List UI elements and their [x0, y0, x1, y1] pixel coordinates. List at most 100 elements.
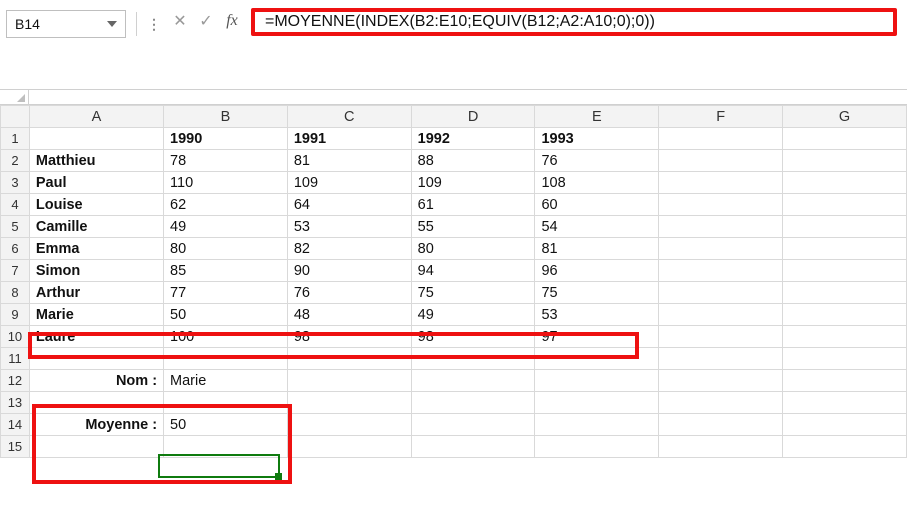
cell-C12[interactable]: [287, 370, 411, 392]
cell-C6[interactable]: 82: [287, 238, 411, 260]
cell-A3[interactable]: Paul: [29, 172, 163, 194]
cell-F10[interactable]: [659, 326, 783, 348]
row-header-7[interactable]: 7: [1, 260, 30, 282]
cell-A15[interactable]: [29, 436, 163, 458]
cell-A8[interactable]: Arthur: [29, 282, 163, 304]
col-header-G[interactable]: G: [783, 106, 907, 128]
cell-G7[interactable]: [783, 260, 907, 282]
cell-G5[interactable]: [783, 216, 907, 238]
cell-A7[interactable]: Simon: [29, 260, 163, 282]
cell-B15[interactable]: [164, 436, 288, 458]
cell-D1[interactable]: 1992: [411, 128, 535, 150]
col-header-B[interactable]: B: [164, 106, 288, 128]
cell-G15[interactable]: [783, 436, 907, 458]
cell-A12[interactable]: Nom :: [29, 370, 163, 392]
cancel-formula-button[interactable]: ✕: [167, 8, 193, 34]
cell-C1[interactable]: 1991: [287, 128, 411, 150]
cell-B12[interactable]: Marie: [164, 370, 288, 392]
cell-A1[interactable]: [29, 128, 163, 150]
cell-E6[interactable]: 81: [535, 238, 659, 260]
cell-C3[interactable]: 109: [287, 172, 411, 194]
cell-A5[interactable]: Camille: [29, 216, 163, 238]
cell-D5[interactable]: 55: [411, 216, 535, 238]
confirm-formula-button[interactable]: ✓: [193, 8, 219, 34]
cell-E4[interactable]: 60: [535, 194, 659, 216]
cell-E9[interactable]: 53: [535, 304, 659, 326]
insert-function-button[interactable]: fx: [219, 8, 245, 34]
cell-B2[interactable]: 78: [164, 150, 288, 172]
cell-D9[interactable]: 49: [411, 304, 535, 326]
cell-B13[interactable]: [164, 392, 288, 414]
cell-E15[interactable]: [535, 436, 659, 458]
cell-C2[interactable]: 81: [287, 150, 411, 172]
row-header-14[interactable]: 14: [1, 414, 30, 436]
cell-D7[interactable]: 94: [411, 260, 535, 282]
row-header-15[interactable]: 15: [1, 436, 30, 458]
cell-E1[interactable]: 1993: [535, 128, 659, 150]
row-header-10[interactable]: 10: [1, 326, 30, 348]
cell-D12[interactable]: [411, 370, 535, 392]
row-header-3[interactable]: 3: [1, 172, 30, 194]
cell-A13[interactable]: [29, 392, 163, 414]
cell-E3[interactable]: 108: [535, 172, 659, 194]
cell-A11[interactable]: [29, 348, 163, 370]
cell-E13[interactable]: [535, 392, 659, 414]
cell-E8[interactable]: 75: [535, 282, 659, 304]
cell-G10[interactable]: [783, 326, 907, 348]
cell-F8[interactable]: [659, 282, 783, 304]
row-header-12[interactable]: 12: [1, 370, 30, 392]
col-header-E[interactable]: E: [535, 106, 659, 128]
cell-C7[interactable]: 90: [287, 260, 411, 282]
cell-A6[interactable]: Emma: [29, 238, 163, 260]
cell-B11[interactable]: [164, 348, 288, 370]
cell-B5[interactable]: 49: [164, 216, 288, 238]
cell-D11[interactable]: [411, 348, 535, 370]
cell-G1[interactable]: [783, 128, 907, 150]
formula-input[interactable]: =MOYENNE(INDEX(B2:E10;EQUIV(B12;A2:A10;0…: [251, 8, 897, 36]
cell-D2[interactable]: 88: [411, 150, 535, 172]
row-header-1[interactable]: 1: [1, 128, 30, 150]
cell-G13[interactable]: [783, 392, 907, 414]
row-header-2[interactable]: 2: [1, 150, 30, 172]
cell-E5[interactable]: 54: [535, 216, 659, 238]
cell-E11[interactable]: [535, 348, 659, 370]
cell-B6[interactable]: 80: [164, 238, 288, 260]
cell-C15[interactable]: [287, 436, 411, 458]
cell-D4[interactable]: 61: [411, 194, 535, 216]
cell-A2[interactable]: Matthieu: [29, 150, 163, 172]
row-header-6[interactable]: 6: [1, 238, 30, 260]
cell-A10[interactable]: Laure: [29, 326, 163, 348]
cell-D14[interactable]: [411, 414, 535, 436]
cell-E2[interactable]: 76: [535, 150, 659, 172]
cell-G3[interactable]: [783, 172, 907, 194]
cell-F2[interactable]: [659, 150, 783, 172]
col-header-D[interactable]: D: [411, 106, 535, 128]
cell-B4[interactable]: 62: [164, 194, 288, 216]
cell-G8[interactable]: [783, 282, 907, 304]
cell-F3[interactable]: [659, 172, 783, 194]
cell-D8[interactable]: 75: [411, 282, 535, 304]
cell-C13[interactable]: [287, 392, 411, 414]
cell-F13[interactable]: [659, 392, 783, 414]
cell-B10[interactable]: 100: [164, 326, 288, 348]
cell-E14[interactable]: [535, 414, 659, 436]
cell-G14[interactable]: [783, 414, 907, 436]
cell-B8[interactable]: 77: [164, 282, 288, 304]
cell-G12[interactable]: [783, 370, 907, 392]
cell-F11[interactable]: [659, 348, 783, 370]
spreadsheet-grid[interactable]: A B C D E F G 1 1990 1991 1992 1993 2 Ma…: [0, 105, 907, 458]
cell-C4[interactable]: 64: [287, 194, 411, 216]
cell-E7[interactable]: 96: [535, 260, 659, 282]
col-header-C[interactable]: C: [287, 106, 411, 128]
cell-G11[interactable]: [783, 348, 907, 370]
chevron-down-icon[interactable]: [107, 21, 117, 27]
cell-G9[interactable]: [783, 304, 907, 326]
row-header-11[interactable]: 11: [1, 348, 30, 370]
cell-F15[interactable]: [659, 436, 783, 458]
cell-C5[interactable]: 53: [287, 216, 411, 238]
cell-C8[interactable]: 76: [287, 282, 411, 304]
cell-C11[interactable]: [287, 348, 411, 370]
cell-G4[interactable]: [783, 194, 907, 216]
cell-E10[interactable]: 97: [535, 326, 659, 348]
cell-A14[interactable]: Moyenne :: [29, 414, 163, 436]
